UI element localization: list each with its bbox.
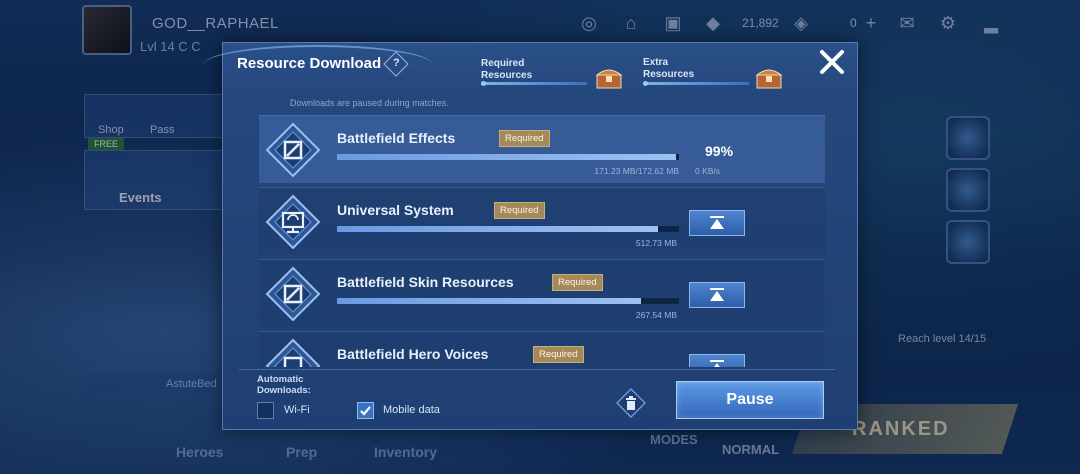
- pause-button[interactable]: Pause: [676, 381, 824, 419]
- resource-title: Battlefield Skin Resources: [337, 274, 514, 290]
- progress-fill: [337, 226, 659, 232]
- move-to-top-icon: [710, 360, 724, 367]
- tab-required-underline: [481, 82, 587, 85]
- required-badge: Required: [552, 274, 603, 291]
- wifi-label: Wi-Fi: [284, 404, 310, 416]
- tab-required-resources[interactable]: Required Resources: [481, 58, 551, 82]
- tab-required-dot: [481, 81, 486, 86]
- wifi-checkbox[interactable]: [257, 402, 274, 419]
- resource-row-battlefield-hero-voices: Battlefield Hero Voices Required: [259, 331, 825, 367]
- dialog-title: Resource Download: [237, 55, 382, 72]
- prioritize-button[interactable]: [689, 282, 745, 308]
- battlefield-skin-icon: [265, 266, 321, 322]
- progress-fill: [337, 154, 676, 160]
- progress-track: [337, 298, 679, 304]
- tab-extra-dot: [643, 81, 648, 86]
- resource-row-battlefield-effects: Battlefield Effects Required 171.23 MB/1…: [259, 115, 825, 183]
- prioritize-button[interactable]: [689, 354, 745, 367]
- resource-row-universal-system: Universal System Required 512.73 MB: [259, 187, 825, 255]
- trash-icon[interactable]: [616, 388, 646, 418]
- resource-row-battlefield-skin-resources: Battlefield Skin Resources Required 267.…: [259, 259, 825, 327]
- battlefield-effects-icon: [265, 122, 321, 178]
- resource-title: Battlefield Hero Voices: [337, 346, 489, 362]
- resource-title: Battlefield Effects: [337, 130, 456, 146]
- check-icon: [360, 406, 371, 416]
- extra-chest-icon: [755, 69, 783, 89]
- automatic-downloads-label: Automatic Downloads:: [257, 374, 311, 396]
- tab-extra-resources[interactable]: Extra Resources: [643, 57, 713, 81]
- resource-title: Universal System: [337, 202, 454, 218]
- dialog-header: Resource Download ? Required Resources E…: [203, 43, 857, 99]
- battlefield-voices-icon: [265, 338, 321, 367]
- required-badge: Required: [494, 202, 545, 219]
- required-badge: Required: [499, 130, 550, 147]
- tab-extra-underline: [643, 82, 749, 85]
- resource-size: 171.23 MB/172.62 MB: [594, 166, 679, 176]
- move-to-top-icon: [710, 216, 724, 229]
- prioritize-button[interactable]: [689, 210, 745, 236]
- resource-list: Battlefield Effects Required 171.23 MB/1…: [259, 115, 827, 367]
- required-chest-icon: [595, 69, 623, 89]
- move-to-top-icon: [710, 288, 724, 301]
- progress-fill: [337, 298, 642, 304]
- universal-system-icon: [265, 194, 321, 250]
- mobile-data-checkbox[interactable]: [357, 402, 374, 419]
- progress-track: [337, 154, 679, 160]
- resource-size: 512.73 MB: [635, 238, 677, 248]
- resource-size: 267.54 MB: [635, 310, 677, 320]
- progress-percent: 99%: [705, 143, 734, 159]
- required-badge: Required: [533, 346, 584, 363]
- close-icon: [820, 50, 844, 74]
- progress-track: [337, 226, 679, 232]
- close-button[interactable]: [818, 48, 846, 76]
- download-speed: 0 KB/s: [695, 166, 721, 176]
- paused-note: Downloads are paused during matches.: [290, 98, 449, 108]
- resource-download-dialog: Resource Download ? Required Resources E…: [203, 42, 858, 430]
- mobile-data-label: Mobile data: [383, 404, 440, 416]
- footer-divider: [239, 369, 835, 370]
